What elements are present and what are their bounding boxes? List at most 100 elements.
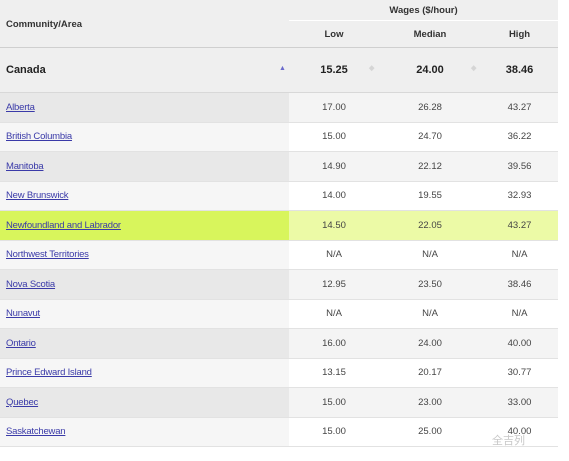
low-wage-cell: 15.00: [289, 122, 379, 151]
canada-summary-row: Canada ▲ 15.25 ◆ 24.00 ◆ 38.46: [0, 48, 558, 93]
area-link[interactable]: Manitoba: [6, 161, 44, 172]
community-column-header[interactable]: Community/Area: [0, 0, 289, 46]
area-cell: Northwest Territories: [0, 240, 289, 269]
area-cell: Alberta: [0, 93, 289, 122]
median-wage-value: N/A: [422, 308, 438, 320]
high-wage-cell: 43.27: [481, 211, 558, 240]
high-wage-value: 40.00: [507, 337, 532, 349]
area-cell: Nunavut: [0, 299, 289, 328]
low-wage-cell: N/A: [289, 240, 379, 269]
median-wage-value: 25.00: [418, 426, 442, 438]
community-header-label: Community/Area: [6, 19, 83, 30]
area-link[interactable]: Newfoundland and Labrador: [6, 220, 121, 231]
high-wage-cell: 39.56: [481, 152, 558, 181]
median-wage-value: 22.12: [418, 160, 442, 172]
median-wage-value: 24.00: [418, 337, 442, 349]
table-row: Manitoba 14.90 22.12 39.56: [0, 152, 558, 182]
median-wage-value: 23.00: [418, 396, 442, 408]
high-wage-value: 32.93: [507, 190, 532, 202]
area-link[interactable]: New Brunswick: [6, 190, 69, 201]
area-cell: New Brunswick: [0, 181, 289, 210]
wages-table: Wages ($/hour) Low Median High Community…: [0, 0, 558, 447]
sort-median-icon[interactable]: ◆: [369, 64, 374, 72]
table-row: Alberta 17.00 26.28 43.27: [0, 93, 558, 123]
low-wage-cell: N/A: [289, 299, 379, 328]
low-wage-value: 14.90: [322, 160, 346, 172]
area-cell: Newfoundland and Labrador: [0, 211, 289, 240]
median-wage-cell: 22.05: [379, 211, 481, 240]
low-wage-value: N/A: [326, 249, 342, 261]
high-wage-value: 36.22: [507, 131, 532, 143]
table-row: Nunavut N/A N/A N/A: [0, 299, 558, 329]
median-wage-cell: N/A: [379, 299, 481, 328]
area-link[interactable]: Quebec: [6, 397, 38, 408]
table-row: Ontario 16.00 24.00 40.00: [0, 329, 558, 359]
area-cell: Ontario: [0, 329, 289, 358]
low-wage-value: 17.00: [322, 101, 346, 113]
high-header-label: High: [508, 28, 531, 40]
high-wage-value: N/A: [511, 249, 528, 261]
high-wage-value: 43.27: [507, 101, 532, 113]
high-wage-cell: 40.00: [481, 329, 558, 358]
area-link[interactable]: Saskatchewan: [6, 426, 66, 437]
canada-median-cell: 24.00 ◆: [379, 48, 481, 92]
province-rows: Alberta 17.00 26.28 43.27 British Columbia 15…: [0, 93, 558, 447]
median-wage-cell: 23.50: [379, 270, 481, 299]
table-row: Northwest Territories N/A N/A N/A: [0, 240, 558, 270]
high-wage-value: 39.56: [507, 160, 532, 172]
canada-name: Canada: [6, 64, 46, 76]
low-wage-value: 16.00: [322, 337, 346, 349]
high-column-header[interactable]: High: [481, 21, 558, 47]
area-link[interactable]: Northwest Territories: [6, 249, 89, 260]
low-wage-cell: 14.00: [289, 181, 379, 210]
low-wage-value: N/A: [326, 308, 342, 320]
high-wage-cell: 38.46: [481, 270, 558, 299]
sort-high-icon[interactable]: ◆: [471, 64, 476, 72]
low-wage-value: 14.00: [322, 190, 346, 202]
table-row: New Brunswick 14.00 19.55 32.93: [0, 181, 558, 211]
canada-name-cell: Canada ▲: [0, 48, 289, 92]
median-wage-value: 23.50: [418, 278, 442, 290]
low-wage-value: 15.00: [322, 426, 346, 438]
median-wage-value: 20.17: [418, 367, 442, 379]
table-row: Quebec 15.00 23.00 33.00: [0, 388, 558, 418]
watermark-logo: 全吉列: [492, 434, 525, 447]
median-header-label: Median: [413, 28, 447, 40]
high-wage-cell: N/A: [481, 299, 558, 328]
sort-ascending-icon[interactable]: ▲: [279, 65, 286, 72]
median-column-header[interactable]: Median: [379, 21, 481, 47]
median-wage-cell: N/A: [379, 240, 481, 269]
area-link[interactable]: Alberta: [6, 102, 35, 113]
table-row: British Columbia 15.00 24.70 36.22: [0, 122, 558, 152]
canada-low-value: 15.25: [320, 64, 348, 76]
high-wage-value: N/A: [511, 308, 528, 320]
median-wage-value: 19.55: [418, 190, 442, 202]
median-wage-cell: 25.00: [379, 417, 481, 446]
low-column-header[interactable]: Low: [289, 21, 379, 47]
median-wage-cell: 26.28: [379, 93, 481, 122]
low-wage-cell: 14.50: [289, 211, 379, 240]
area-link[interactable]: Nova Scotia: [6, 279, 55, 290]
median-wage-cell: 24.70: [379, 122, 481, 151]
median-wage-cell: 19.55: [379, 181, 481, 210]
high-wage-cell: 36.22: [481, 122, 558, 151]
canada-high-value: 38.46: [505, 64, 534, 76]
table-row: Prince Edward Island 13.15 20.17 30.77: [0, 358, 558, 388]
area-cell: Nova Scotia: [0, 270, 289, 299]
area-cell: Prince Edward Island: [0, 358, 289, 387]
area-link[interactable]: Nunavut: [6, 308, 40, 319]
area-link[interactable]: British Columbia: [6, 131, 72, 142]
low-wage-cell: 12.95: [289, 270, 379, 299]
area-link[interactable]: Prince Edward Island: [6, 367, 92, 378]
median-wage-cell: 23.00: [379, 388, 481, 417]
median-wage-cell: 24.00: [379, 329, 481, 358]
median-wage-cell: 20.17: [379, 358, 481, 387]
high-wage-cell: 33.00: [481, 388, 558, 417]
low-wage-value: 15.00: [322, 131, 346, 143]
area-link[interactable]: Ontario: [6, 338, 36, 349]
wages-header-label: Wages ($/hour): [389, 4, 458, 16]
high-wage-value: 30.77: [507, 367, 532, 379]
canada-low-cell: 15.25 ◆: [289, 48, 379, 92]
median-wage-value: N/A: [422, 249, 438, 261]
area-cell: Manitoba: [0, 152, 289, 181]
